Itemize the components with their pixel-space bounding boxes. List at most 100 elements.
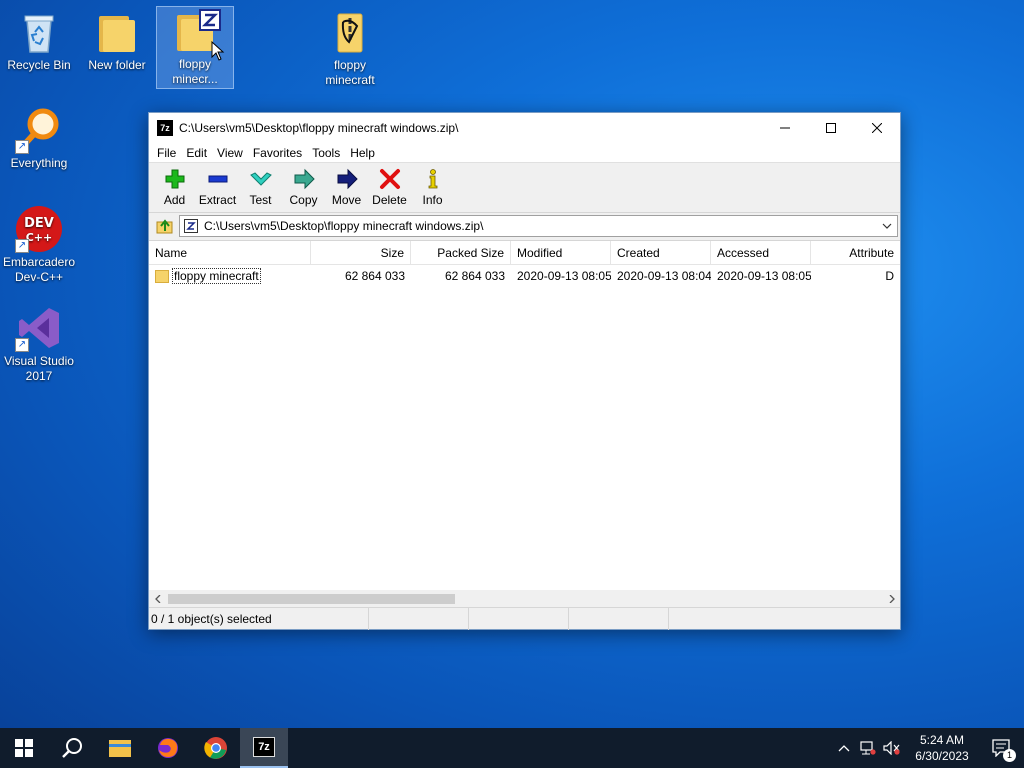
menu-favorites[interactable]: Favorites — [248, 146, 307, 160]
clock-time: 5:24 AM — [919, 733, 965, 747]
up-folder-button[interactable] — [151, 214, 179, 238]
test-button[interactable]: Test — [239, 163, 282, 212]
status-selection: 0 / 1 object(s) selected — [149, 608, 369, 630]
move-label: Move — [331, 193, 362, 207]
system-tray: 5:24 AM 6/30/2023 1 — [832, 728, 1024, 768]
menu-tools[interactable]: Tools — [307, 146, 345, 160]
7zip-file-manager-window: 7z C:\Users\vm5\Desktop\floppy minecraft… — [148, 112, 901, 630]
column-header-attribute[interactable]: Attribute — [811, 241, 900, 265]
move-button[interactable]: Move — [325, 163, 368, 212]
row-name-text: floppy minecraft — [172, 268, 261, 284]
search-button[interactable] — [48, 728, 96, 768]
desktop-icon-everything[interactable]: ↗ Everything — [0, 106, 78, 171]
network-button[interactable] — [856, 728, 880, 768]
volume-button[interactable] — [880, 728, 904, 768]
minimize-button[interactable] — [762, 113, 808, 143]
address-text: C:\Users\vm5\Desktop\floppy minecraft wi… — [204, 219, 484, 233]
devcpp-logo-top: DEV — [24, 216, 54, 231]
status-cell-empty — [469, 608, 569, 630]
chevron-left-icon — [154, 594, 160, 603]
desktop-icon-recycle-bin[interactable]: Recycle Bin — [0, 8, 78, 73]
address-input[interactable]: C:\Users\vm5\Desktop\floppy minecraft wi… — [179, 215, 898, 237]
close-icon — [872, 123, 882, 133]
column-header-packed-size[interactable]: Packed Size — [411, 241, 511, 265]
desktop-icon-label: Embarcadero Dev-C++ — [2, 255, 76, 284]
column-header-size[interactable]: Size — [311, 241, 411, 265]
info-label: Info — [422, 193, 443, 207]
recycle-bin-icon — [15, 8, 63, 56]
table-row[interactable]: floppy minecraft 62 864 033 62 864 033 2… — [149, 265, 900, 287]
status-cell-empty — [569, 608, 669, 630]
maximize-button[interactable] — [808, 113, 854, 143]
add-label: Add — [163, 193, 186, 207]
column-header-accessed[interactable]: Accessed — [711, 241, 811, 265]
desktop-icon-label: New folder — [88, 58, 146, 72]
cell-accessed: 2020-09-13 08:05 — [717, 269, 811, 283]
desktop-icon-new-folder[interactable]: New folder — [78, 8, 156, 73]
folder-up-icon — [156, 219, 173, 234]
move-arrow-icon — [337, 168, 358, 190]
menu-view[interactable]: View — [212, 146, 248, 160]
column-header-modified[interactable]: Modified — [511, 241, 611, 265]
maximize-icon — [826, 123, 836, 133]
window-title: C:\Users\vm5\Desktop\floppy minecraft wi… — [179, 121, 459, 135]
chevron-up-icon — [838, 745, 850, 752]
taskbar-7zip[interactable]: 7z — [240, 728, 288, 768]
desktop-icon-floppy-minecraft-zip[interactable]: floppy minecr... — [156, 6, 234, 89]
taskbar-firefox[interactable] — [144, 728, 192, 768]
chevron-down-icon[interactable] — [881, 220, 893, 232]
folder-icon — [93, 8, 141, 56]
desktop-icon-floppy-minecraft[interactable]: floppy minecraft — [311, 8, 389, 88]
folder-zip-icon — [326, 8, 374, 56]
desktop-icon-label: Everything — [10, 156, 68, 170]
file-list: Name Size Packed Size Modified Created A… — [149, 240, 900, 590]
extract-button[interactable]: Extract — [196, 163, 239, 212]
close-button[interactable] — [854, 113, 900, 143]
devcpp-icon: DEV C++ ↗ — [15, 205, 63, 253]
copy-label: Copy — [289, 193, 318, 207]
delete-x-icon — [379, 169, 400, 189]
add-button[interactable]: Add — [153, 163, 196, 212]
zip-small-icon — [184, 219, 198, 233]
devcpp-logo-bottom: C++ — [26, 231, 53, 244]
show-hidden-icons-button[interactable] — [832, 728, 856, 768]
chrome-icon — [204, 737, 227, 759]
check-chevron-icon — [249, 172, 272, 186]
desktop-icon-visual-studio[interactable]: ↗ Visual Studio 2017 — [0, 304, 78, 384]
start-button[interactable] — [0, 728, 48, 768]
horizontal-scrollbar[interactable] — [149, 590, 900, 607]
cell-modified: 2020-09-13 08:05 — [517, 269, 611, 283]
column-header-created[interactable]: Created — [611, 241, 711, 265]
info-button[interactable]: Info — [411, 163, 454, 212]
action-center-button[interactable]: 1 — [980, 728, 1024, 768]
scroll-left-button[interactable] — [149, 590, 166, 607]
menu-help[interactable]: Help — [345, 146, 380, 160]
taskbar-file-explorer[interactable] — [96, 728, 144, 768]
scroll-track[interactable] — [166, 590, 883, 607]
copy-arrow-icon — [294, 168, 315, 190]
list-header: Name Size Packed Size Modified Created A… — [149, 241, 900, 265]
cell-name: floppy minecraft — [149, 265, 311, 287]
column-header-name[interactable]: Name — [149, 241, 311, 265]
info-icon — [428, 169, 437, 189]
delete-button[interactable]: Delete — [368, 163, 411, 212]
scroll-right-button[interactable] — [883, 590, 900, 607]
clock[interactable]: 5:24 AM 6/30/2023 — [904, 732, 980, 764]
status-cell-empty — [369, 608, 469, 630]
shortcut-arrow-icon: ↗ — [15, 338, 29, 352]
menu-file[interactable]: File — [152, 146, 181, 160]
firefox-icon — [158, 738, 178, 758]
windows-logo-icon — [15, 739, 33, 757]
search-icon — [62, 738, 82, 758]
mouse-cursor-icon — [211, 41, 225, 61]
menu-edit[interactable]: Edit — [181, 146, 212, 160]
minus-icon — [208, 175, 227, 183]
zip-archive-icon — [171, 7, 225, 61]
copy-button[interactable]: Copy — [282, 163, 325, 212]
title-bar[interactable]: 7z C:\Users\vm5\Desktop\floppy minecraft… — [149, 113, 900, 143]
everything-search-icon: ↗ — [15, 106, 63, 154]
taskbar-chrome[interactable] — [192, 728, 240, 768]
desktop-icon-devcpp[interactable]: DEV C++ ↗ Embarcadero Dev-C++ — [0, 205, 78, 285]
extract-label: Extract — [198, 193, 237, 207]
scroll-thumb[interactable] — [168, 594, 455, 604]
